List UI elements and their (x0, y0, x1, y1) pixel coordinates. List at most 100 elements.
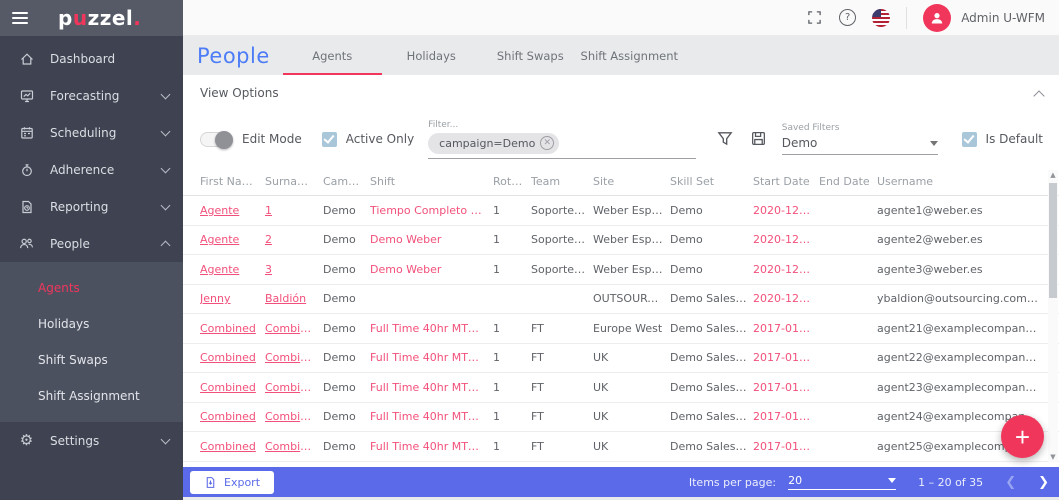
save-filter-icon[interactable] (750, 130, 768, 148)
apply-filter-icon[interactable] (716, 130, 734, 148)
filter-label: Filter... (428, 120, 696, 130)
table-cell: 2017-01-02 (753, 410, 819, 423)
table-cell: 2017-01-02 (753, 322, 819, 335)
sidebar-item-shift-assignment[interactable]: Shift Assignment (0, 378, 183, 414)
column-header[interactable]: Shift (370, 175, 493, 188)
column-header[interactable]: Team (531, 175, 593, 188)
column-header[interactable]: Site (593, 175, 670, 188)
table-cell: Demo SalesService (670, 292, 753, 305)
agent-link[interactable]: 2 (265, 233, 323, 246)
column-header[interactable]: First Name (200, 175, 265, 188)
table-cell: Soporte Weber (531, 233, 593, 246)
agent-link[interactable]: Combined25 (265, 440, 323, 453)
agent-link[interactable]: Agente (200, 204, 265, 217)
agent-link[interactable]: Combined (200, 351, 265, 364)
sidebar-item-scheduling[interactable]: Scheduling (0, 114, 183, 151)
previous-page-icon[interactable]: ❮ (1005, 475, 1016, 490)
table-row[interactable]: CombinedCombined24DemoFull Time 40hr MTW… (183, 403, 1059, 433)
is-default-checkbox[interactable] (962, 132, 977, 147)
fullscreen-icon[interactable] (806, 9, 823, 26)
add-agent-button[interactable]: + (1001, 415, 1044, 458)
table-row[interactable]: CombinedCombined25DemoFull Time 40hr MTW… (183, 432, 1059, 462)
sidebar-subitem-label: Shift Assignment (38, 389, 140, 403)
table-cell: agente2@weber.es (877, 233, 1045, 246)
view-options-controls: Edit Mode Active Only Filter... campaign… (183, 111, 1059, 167)
sidebar-item-dashboard[interactable]: Dashboard (0, 40, 183, 77)
sidebar-item-people[interactable]: People (0, 225, 183, 262)
edit-mode-toggle[interactable] (200, 132, 233, 147)
user-name: Admin U-WFM (961, 11, 1045, 25)
table-cell: ybaldion@outsourcing.com.co (877, 292, 1045, 305)
vertical-scrollbar[interactable]: ▲ ▼ (1048, 170, 1058, 462)
table-cell: Weber España (593, 263, 670, 276)
tab-shift-assignment[interactable]: Shift Assignment (580, 36, 679, 75)
sidebar-item-settings[interactable]: ⚙ Settings (0, 422, 183, 459)
agent-link[interactable]: Combined (200, 322, 265, 335)
column-header-sorted[interactable]: Surname↑ (265, 175, 323, 188)
table-cell: Full Time 40hr MTWTFSS (370, 381, 493, 394)
agent-link[interactable]: Agente (200, 263, 265, 276)
is-default-label: Is Default (986, 132, 1043, 146)
scroll-up-icon[interactable]: ▲ (1049, 170, 1057, 180)
saved-filters-select[interactable]: Saved Filters Demo (782, 123, 938, 155)
column-header[interactable]: Start Date (753, 175, 819, 188)
table-row[interactable]: Agente2DemoDemo Weber1Soporte WeberWeber… (183, 226, 1059, 256)
sidebar-item-holidays[interactable]: Holidays (0, 306, 183, 342)
sidebar-item-adherence[interactable]: Adherence (0, 151, 183, 188)
agent-link[interactable]: Combined23 (265, 381, 323, 394)
column-header[interactable]: Campaign (323, 175, 370, 188)
menu-icon[interactable] (12, 12, 28, 24)
agent-link[interactable]: Combined24 (265, 410, 323, 423)
filter-input[interactable]: campaign=Demo ✕ (428, 133, 696, 159)
tab-shift-swaps[interactable]: Shift Swaps (481, 36, 580, 75)
sidebar-item-agents[interactable]: Agents (0, 270, 183, 306)
agent-link[interactable]: Combined21 (265, 322, 323, 335)
agent-link[interactable]: Combined (200, 381, 265, 394)
table-cell: Demo (323, 292, 370, 305)
sidebar-item-label: Forecasting (50, 89, 162, 103)
page-size-select[interactable]: 20 (788, 474, 896, 490)
column-header[interactable]: Rotation (493, 175, 531, 188)
sidebar-item-forecasting[interactable]: Forecasting (0, 77, 183, 114)
table-cell: Demo (323, 263, 370, 276)
tab-holidays[interactable]: Holidays (382, 36, 481, 75)
table-cell: Europe West (593, 322, 670, 335)
agent-link[interactable]: 3 (265, 263, 323, 276)
language-flag-icon[interactable] (872, 9, 890, 27)
active-only-label: Active Only (346, 132, 414, 146)
collapse-icon[interactable] (1033, 90, 1044, 101)
table-row[interactable]: JennyBaldiónDemoOUTSOURCINGDemo SalesSer… (183, 285, 1059, 315)
agent-link[interactable]: Baldión (265, 292, 323, 305)
column-header[interactable]: Username (877, 175, 1045, 188)
table-row[interactable]: Agente3DemoDemo Weber1Soporte WeberWeber… (183, 255, 1059, 285)
sidebar-item-reporting[interactable]: Reporting (0, 188, 183, 225)
sidebar-item-shift-swaps[interactable]: Shift Swaps (0, 342, 183, 378)
help-icon[interactable]: ? (839, 9, 856, 26)
agent-link[interactable]: 1 (265, 204, 323, 217)
scroll-down-icon[interactable]: ▼ (1049, 452, 1057, 462)
table-row[interactable]: CombinedCombined22DemoFull Time 40hr MTW… (183, 344, 1059, 374)
export-button[interactable]: Export (190, 471, 274, 494)
agent-link[interactable]: Combined22 (265, 351, 323, 364)
user-avatar[interactable] (923, 4, 951, 32)
agent-link[interactable]: Agente (200, 233, 265, 246)
chip-remove-icon[interactable]: ✕ (540, 136, 554, 150)
agent-link[interactable]: Jenny (200, 292, 265, 305)
saved-filters-value: Demo (782, 136, 930, 150)
table-cell: Demo Weber (370, 233, 493, 246)
active-only-checkbox[interactable] (322, 132, 337, 147)
next-page-icon[interactable]: ❯ (1038, 475, 1049, 490)
column-header[interactable]: End Date (819, 175, 877, 188)
table-row[interactable]: CombinedCombined21DemoFull Time 40hr MTW… (183, 314, 1059, 344)
table-cell: Demo (323, 410, 370, 423)
agent-link[interactable]: Combined (200, 440, 265, 453)
table-row[interactable]: CombinedCombined23DemoFull Time 40hr MTW… (183, 373, 1059, 403)
agent-link[interactable]: Combined (200, 410, 265, 423)
column-header[interactable]: Skill Set (670, 175, 753, 188)
scrollbar-thumb[interactable] (1049, 183, 1057, 298)
table-cell: Full Time 40hr MTWTFSS (370, 351, 493, 364)
table-cell: agent21@examplecompany.com (877, 322, 1045, 335)
filter-field[interactable]: Filter... campaign=Demo ✕ (428, 120, 696, 159)
table-row[interactable]: Agente1DemoTiempo Completo L-D 40hrs1Sop… (183, 196, 1059, 226)
tab-agents[interactable]: Agents (283, 36, 382, 75)
